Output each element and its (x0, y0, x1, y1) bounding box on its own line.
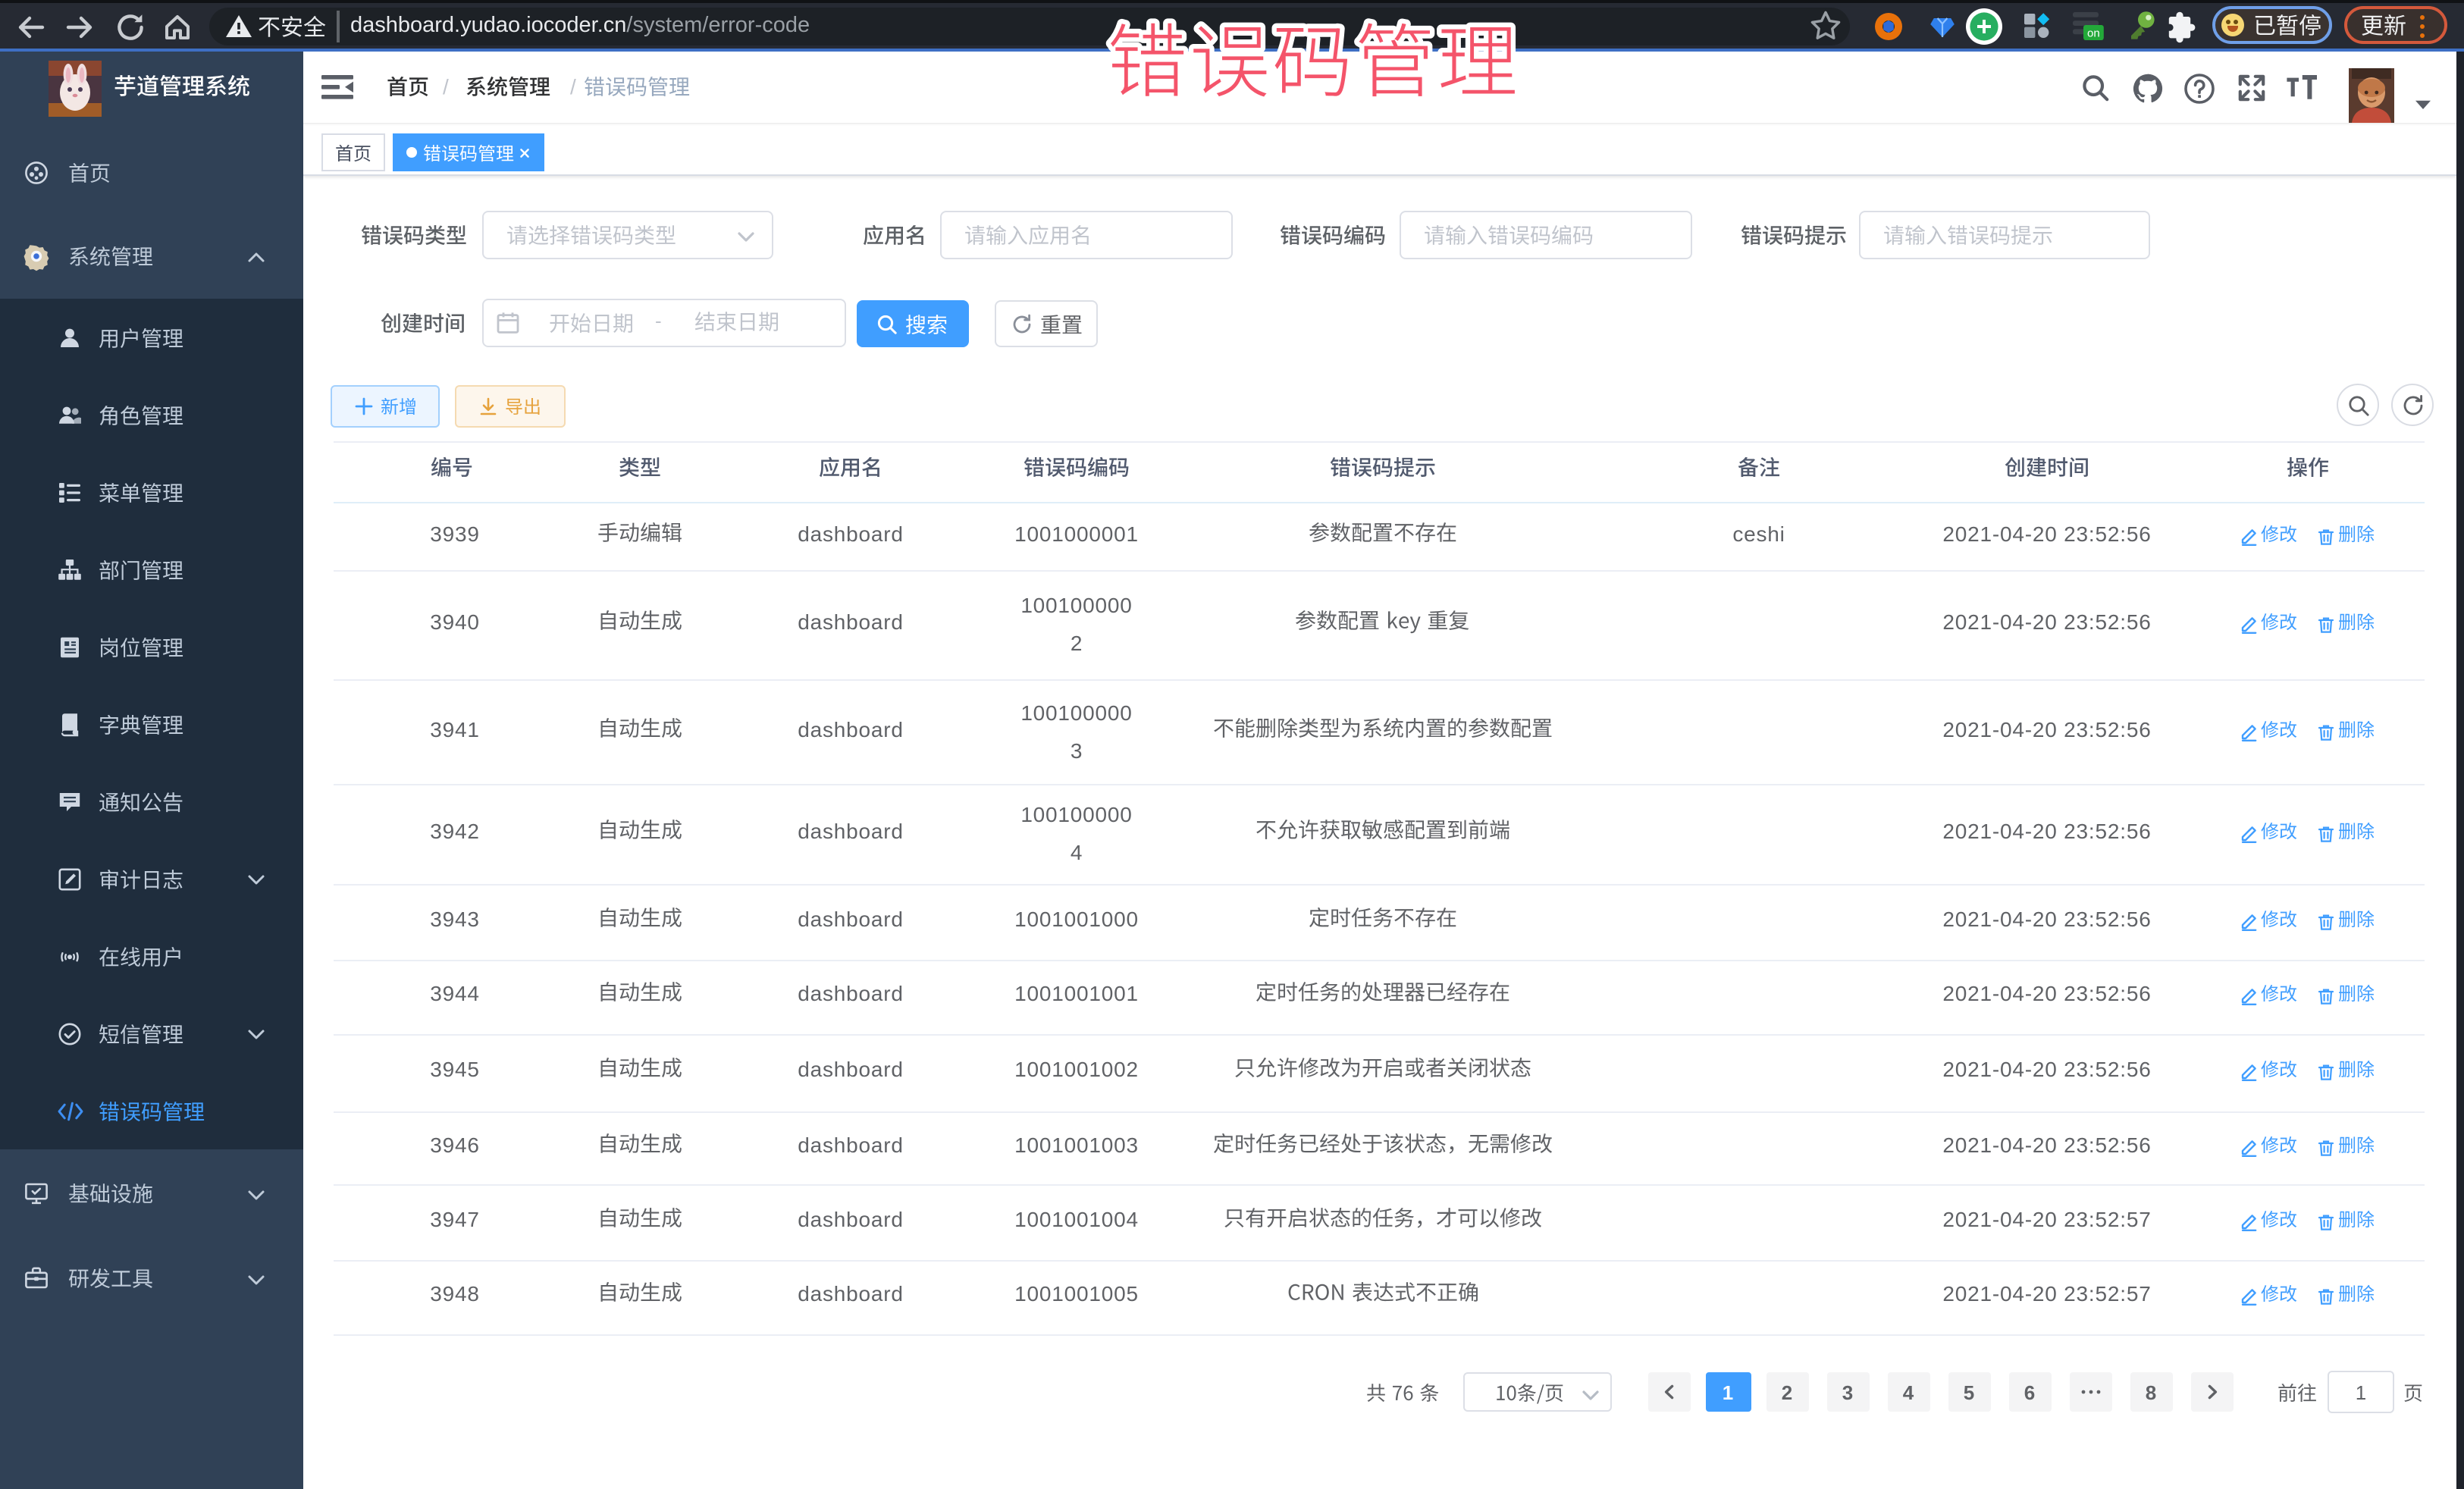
svg-text:on: on (2087, 27, 2100, 39)
